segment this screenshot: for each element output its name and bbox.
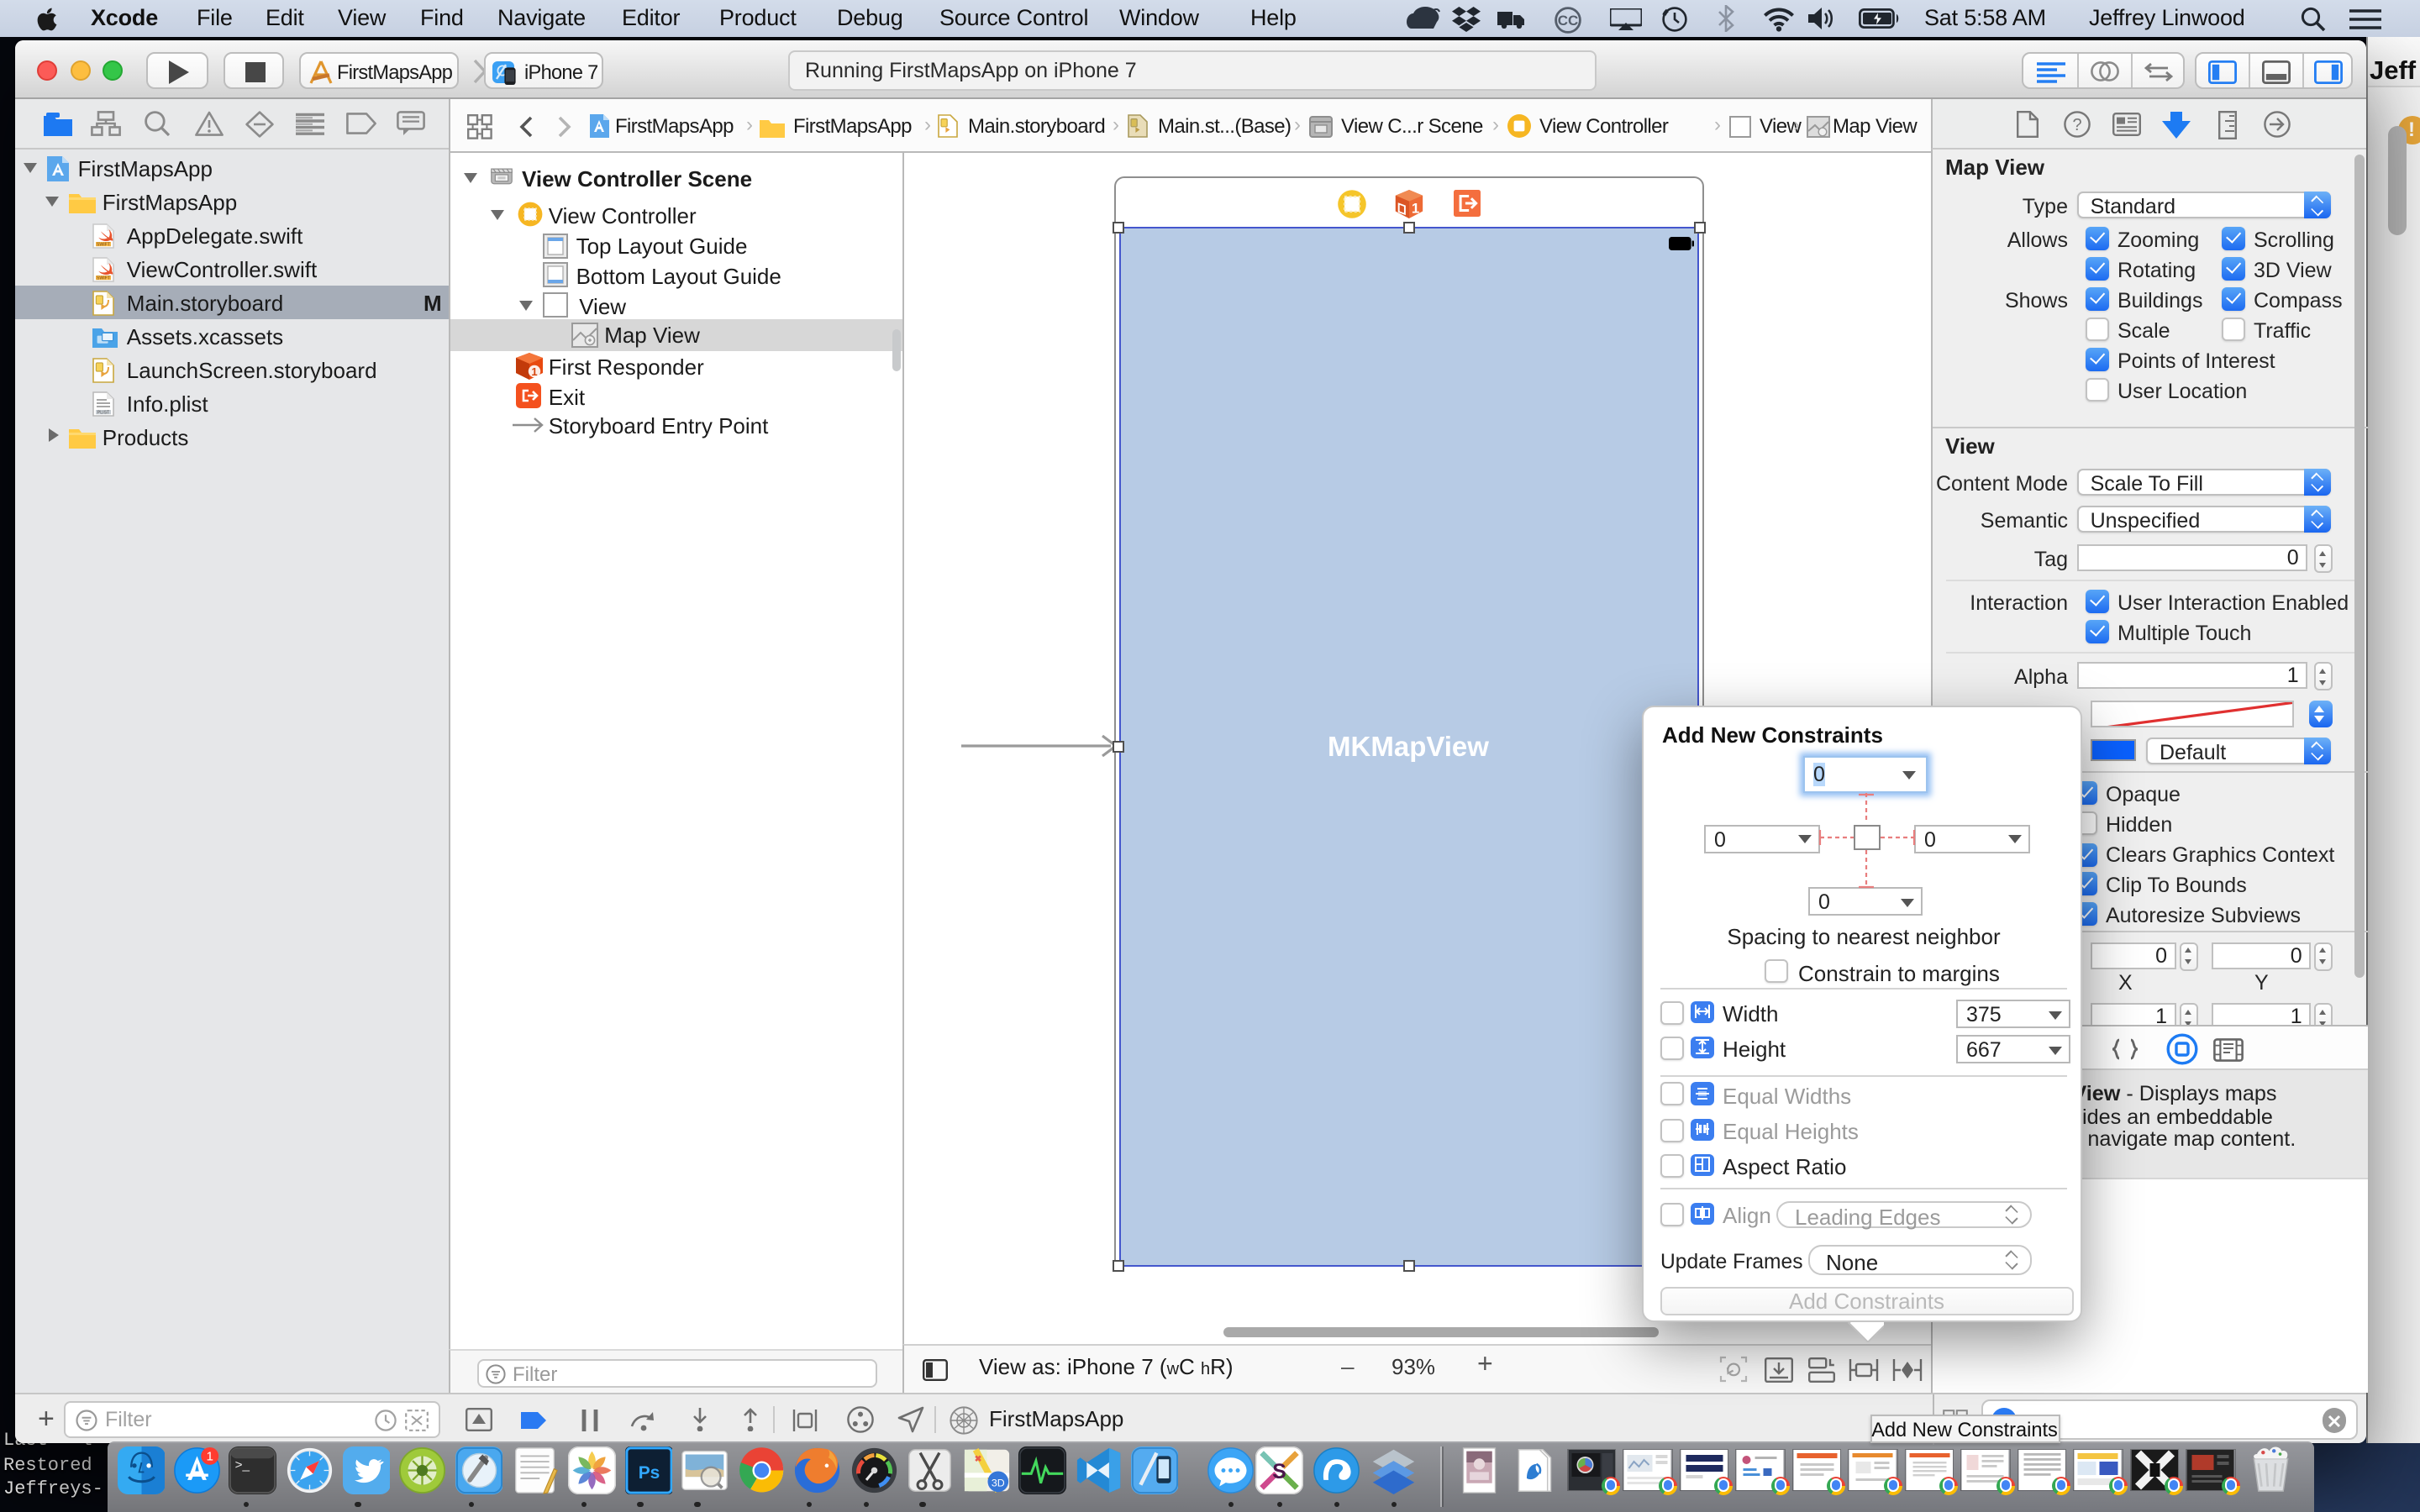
svg-text:CC: CC	[1558, 12, 1579, 28]
svg-text:1: 1	[207, 1450, 213, 1464]
svg-text:1: 1	[1412, 200, 1419, 216]
svg-text:SWIFT: SWIFT	[97, 241, 111, 246]
svg-text:3D: 3D	[991, 1478, 1004, 1489]
svg-text:?: ?	[2071, 116, 2081, 134]
svg-text:SWIFT: SWIFT	[97, 275, 111, 280]
svg-text:>_: >_	[235, 1458, 250, 1473]
svg-text:S: S	[1273, 1461, 1286, 1483]
svg-text:PLIST: PLIST	[97, 409, 110, 414]
svg-text:1: 1	[530, 365, 536, 378]
svg-text:Ps: Ps	[638, 1463, 660, 1483]
